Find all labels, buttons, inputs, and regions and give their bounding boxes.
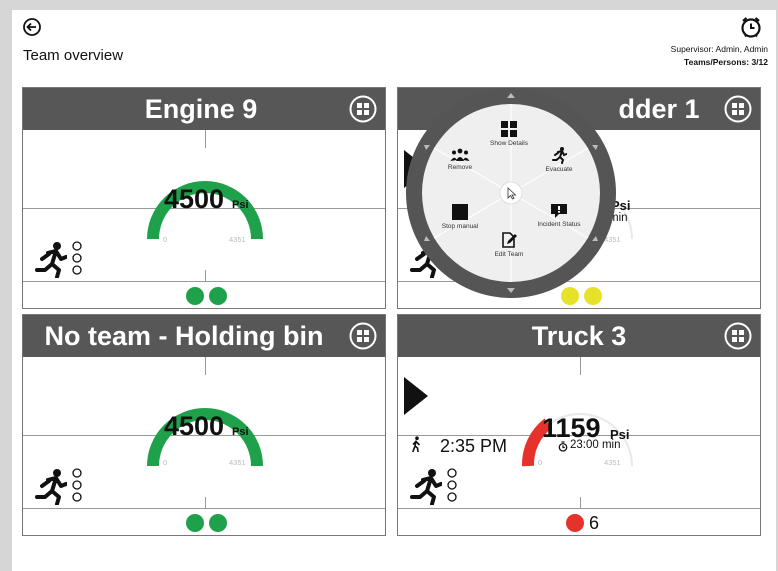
card-title: Truck 3 <box>531 320 627 351</box>
divider <box>398 508 760 509</box>
alarm-count: 6 <box>589 513 600 533</box>
edit-icon <box>502 232 517 248</box>
menu-label: Show Details <box>490 140 528 147</box>
group-icon <box>450 148 470 161</box>
member-dot <box>566 514 584 532</box>
divider <box>23 281 385 282</box>
running-person-icon <box>552 147 567 164</box>
menu-remove[interactable]: Remove <box>432 148 488 171</box>
menu-label: Stop manual <box>441 223 479 230</box>
team-card-engine-9[interactable]: Engine 9 4500 Psi 0 4351 <box>22 87 386 309</box>
supervisor-label: Supervisor: Admin, Admin <box>670 44 768 54</box>
stopwatch-icon <box>558 441 568 452</box>
back-arrow-icon[interactable] <box>22 17 42 37</box>
pressure-value: 4500 <box>164 411 225 441</box>
status-indicators <box>72 241 82 275</box>
mouse-cursor-icon <box>507 187 517 200</box>
status-indicators <box>72 468 82 502</box>
grid-icon[interactable] <box>349 95 377 123</box>
divider <box>580 497 581 509</box>
status-indicators <box>447 468 457 502</box>
menu-label: Edit Team <box>494 251 524 258</box>
time-left: 23:00 min <box>570 439 621 451</box>
menu-show-details[interactable]: Show Details <box>481 120 537 147</box>
divider <box>205 270 206 282</box>
card-title: dder 1 <box>618 93 700 124</box>
running-person-icon[interactable] <box>408 467 442 505</box>
menu-stop-manual[interactable]: Stop manual <box>432 203 488 230</box>
menu-incident-status[interactable]: Incident Status <box>531 203 587 228</box>
card-title: Engine 9 <box>144 93 258 124</box>
card-header: Engine 9 <box>23 88 385 130</box>
member-dot <box>186 287 204 305</box>
menu-label: Incident Status <box>537 221 581 228</box>
gauge-max: 4351 <box>229 235 246 244</box>
pressure-unit: Psi <box>232 426 249 438</box>
member-dot <box>186 514 204 532</box>
play-icon[interactable] <box>404 377 428 415</box>
pressure-unit: Psi <box>232 199 249 211</box>
running-person-icon[interactable] <box>33 467 67 505</box>
gauge-max: 4351 <box>604 458 621 467</box>
divider <box>205 497 206 509</box>
running-person-icon[interactable] <box>33 240 67 278</box>
card-header: Truck 3 <box>398 315 760 357</box>
gauge-min: 0 <box>163 235 168 244</box>
grid-icon[interactable] <box>349 322 377 350</box>
member-dot <box>209 287 227 305</box>
grid-icon <box>501 121 517 137</box>
teams-persons-count: Teams/Persons: 3/12 <box>684 57 768 67</box>
stop-icon <box>452 204 468 220</box>
team-card-truck-3[interactable]: Truck 3 2:35 PM 1159 Psi 23:00 min 0 435… <box>397 314 761 536</box>
member-dot <box>209 514 227 532</box>
menu-edit-team[interactable]: Edit Team <box>481 231 537 258</box>
alarm-clock-icon[interactable] <box>739 15 763 39</box>
page-title: Team overview <box>23 47 124 64</box>
walk-time: 2:35 PM <box>440 436 508 456</box>
speech-bubble-icon <box>551 204 567 218</box>
team-card-holding-bin[interactable]: No team - Holding bin 4500 Psi 0 4351 <box>22 314 386 536</box>
gauge-max: 4351 <box>229 458 246 467</box>
grid-icon[interactable] <box>724 95 752 123</box>
divider <box>23 508 385 509</box>
gauge-min: 0 <box>538 458 543 467</box>
pressure-value: 4500 <box>164 184 225 214</box>
gauge-min: 0 <box>163 458 168 467</box>
walking-person-icon <box>412 436 420 452</box>
card-title: No team - Holding bin <box>44 320 324 351</box>
card-header: No team - Holding bin <box>23 315 385 357</box>
menu-evacuate[interactable]: Evacuate <box>531 146 587 173</box>
grid-icon[interactable] <box>724 322 752 350</box>
menu-label: Remove <box>447 164 473 171</box>
menu-label: Evacuate <box>545 166 573 173</box>
